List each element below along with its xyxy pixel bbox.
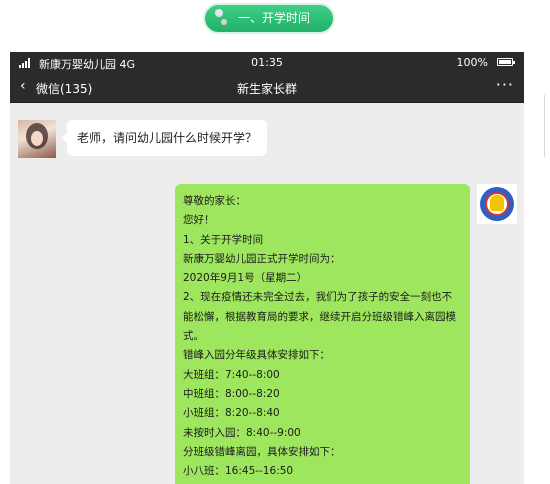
logo-figure-icon <box>490 195 504 211</box>
battery-icon <box>497 58 515 66</box>
message-line: 分班级错峰离园，具体安排如下： <box>183 445 341 458</box>
kindergarten-logo-avatar[interactable] <box>477 184 517 224</box>
phone-screenshot: 新康万婴幼儿园 4G 01:35 100% ‹ 微信(135) 新生家长群 ··… <box>10 52 524 484</box>
flower-decoration-icon <box>215 9 223 17</box>
message-line: 错峰入园分年级具体安排如下： <box>183 349 330 362</box>
battery-percent: 100% <box>456 56 488 69</box>
message-line: 大班组：7:40--8:00 <box>183 368 280 381</box>
section-header-label: 一、开学时间 <box>237 11 310 25</box>
message-paragraph: 2、现在疫情还未完全过去，我们为了孩子的安全一刻也不能松懈，根据教育局的要求，继… <box>183 291 456 343</box>
outgoing-message-bubble[interactable]: 尊敬的家长： 您好！ 1、关于开学时间 新康万婴幼儿园正式开学时间为： 2020… <box>175 184 470 484</box>
message-line: 新康万婴幼儿园正式开学时间为： <box>183 252 341 265</box>
message-line: 您好！ <box>183 214 215 227</box>
message-line: 小八班：16:45--16:50 <box>183 465 294 478</box>
section-header: 一、开学时间 <box>205 5 333 32</box>
parent-avatar[interactable] <box>18 120 56 158</box>
incoming-message-bubble[interactable]: 老师，请问幼儿园什么时候开学？ <box>61 120 268 156</box>
message-line: 中班组：8:00--8:20 <box>183 387 280 400</box>
message-line: 2020年9月1号（星期二） <box>183 272 308 285</box>
status-bar: 新康万婴幼儿园 4G 01:35 100% <box>10 52 524 73</box>
incoming-message-text: 老师，请问幼儿园什么时候开学？ <box>77 131 258 145</box>
chat-title: 新生家长群 <box>236 82 297 96</box>
more-options-icon[interactable]: ··· <box>496 75 514 94</box>
leaf-decoration-icon <box>221 19 227 25</box>
message-line: 小班组：8:20--8:40 <box>183 407 280 420</box>
message-line: 尊敬的家长： <box>183 195 246 207</box>
edge-divider <box>544 95 545 157</box>
battery-fill <box>499 60 511 64</box>
chat-nav-bar: ‹ 微信(135) 新生家长群 ··· <box>10 73 524 103</box>
message-line: 未按时入园：8:40--9:00 <box>183 426 301 439</box>
message-line: 1、关于开学时间 <box>183 233 264 246</box>
status-time: 01:35 <box>251 56 283 69</box>
